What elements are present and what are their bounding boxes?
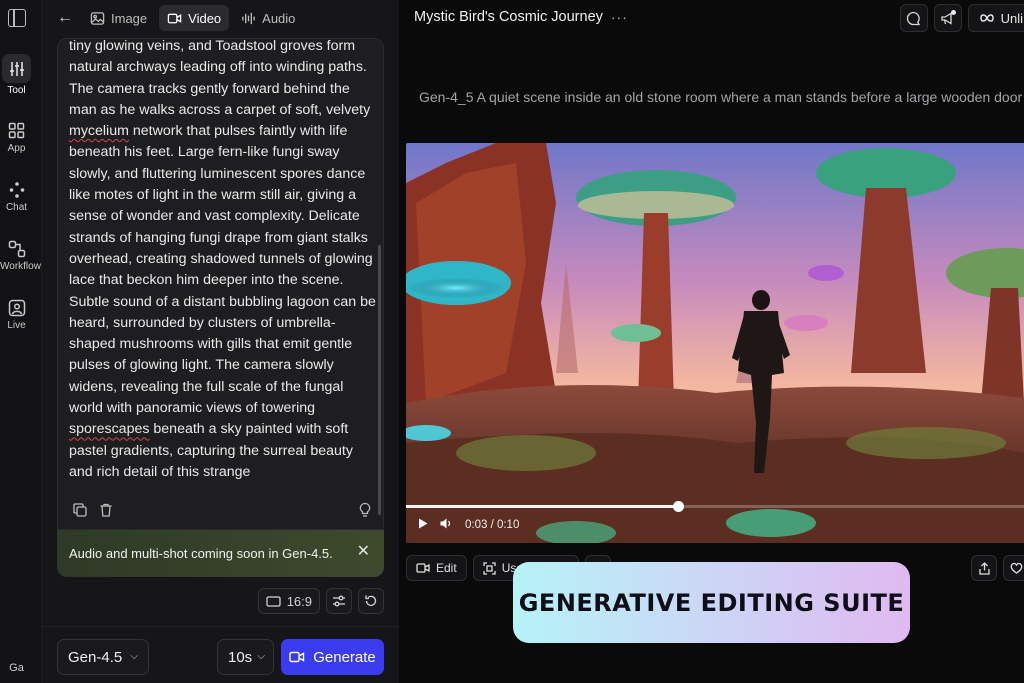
generate-label: Generate — [313, 648, 376, 666]
misspelled-word: sporescapes — [69, 421, 150, 438]
video-camera-icon — [416, 563, 430, 573]
account-initials[interactable]: Ga — [0, 662, 33, 674]
project-title[interactable]: Mystic Bird's Cosmic Journey ··· — [414, 9, 628, 25]
notice-text: Audio and multi-shot coming soon in Gen-… — [69, 546, 333, 561]
rail-item-app[interactable]: App — [0, 118, 33, 154]
video-timecode: 0:03 / 0:10 — [465, 519, 520, 531]
misspelled-word: mycelium — [69, 123, 129, 140]
unlimited-button[interactable]: Unli — [967, 4, 1024, 32]
play-icon[interactable] — [418, 518, 428, 532]
workflow-icon — [2, 236, 31, 261]
promo-overlay-badge: GENERATIVE EDITING SUITE — [513, 562, 910, 643]
frame-icon — [483, 561, 496, 575]
video-camera-icon — [167, 13, 182, 23]
video-progress-bar[interactable] — [406, 501, 1024, 512]
coming-soon-notice: Audio and multi-shot coming soon in Gen-… — [57, 530, 384, 577]
lightbulb-icon[interactable] — [357, 502, 373, 518]
sliders-icon — [2, 54, 31, 83]
rail-item-live[interactable]: Live — [0, 295, 33, 331]
sparkle-nodes-icon — [2, 177, 31, 202]
prompt-segment: network that pulses faintly with life be… — [69, 123, 376, 417]
settings-row: 16:9 — [257, 588, 384, 614]
settings-sliders-icon — [333, 595, 345, 607]
rail-item-chat[interactable]: Chat — [0, 177, 33, 213]
close-icon[interactable]: ✕ — [357, 544, 370, 560]
grid-icon — [2, 118, 31, 143]
video-player[interactable]: 0:03 / 0:10 — [406, 143, 1024, 543]
generate-button[interactable]: Generate — [281, 639, 384, 675]
model-select[interactable]: Gen-4.5 ⌵ — [57, 639, 149, 675]
waveform-icon — [242, 12, 255, 24]
rail-item-workflow[interactable]: Workflow — [0, 236, 41, 272]
live-icon — [2, 295, 31, 320]
volume-icon[interactable] — [440, 518, 453, 532]
favorite-button[interactable] — [1003, 555, 1024, 581]
video-frame — [406, 143, 1024, 543]
image-icon — [90, 11, 105, 25]
video-camera-icon — [289, 651, 305, 663]
prompt-panel: ← Image Video Audio tiny glowing veins, … — [42, 0, 399, 683]
video-progress-fill — [406, 505, 678, 508]
announcements-button[interactable] — [933, 4, 962, 32]
share-button[interactable] — [971, 555, 997, 581]
edit-button[interactable]: Edit — [406, 555, 467, 581]
tab-audio[interactable]: Audio — [233, 5, 303, 31]
left-rail: Tool App Chat Workflow Live Ga — [0, 0, 42, 683]
top-actions: Unli — [899, 4, 1024, 32]
progress-knob[interactable] — [672, 501, 684, 512]
prompt-segment: tiny glowing veins, and Toadstool groves… — [69, 38, 371, 118]
tab-label: Video — [188, 10, 222, 26]
rail-label: Chat — [5, 202, 28, 213]
heart-icon — [1010, 562, 1022, 574]
tab-label: Image — [111, 10, 148, 26]
reset-icon — [365, 595, 377, 606]
mode-tabs: ← Image Video Audio — [42, 5, 307, 31]
more-icon[interactable]: ··· — [611, 9, 628, 25]
aspect-ratio-label: 16:9 — [286, 593, 312, 609]
sidebar-toggle-icon[interactable] — [8, 9, 26, 27]
model-label: Gen-4.5 — [68, 648, 123, 666]
chevron-down-icon: ⌵ — [257, 651, 265, 662]
prompt-tools — [72, 502, 114, 518]
reset-button[interactable] — [358, 588, 384, 614]
tab-video[interactable]: Video — [159, 5, 230, 31]
duration-label: 10s — [228, 648, 253, 666]
unlimited-label: Unli — [1000, 10, 1023, 26]
trash-icon[interactable] — [98, 502, 114, 518]
rail-label: Workflow — [0, 261, 41, 272]
rail-label: Tool — [7, 85, 26, 96]
generation-caption: Gen-4_5 A quiet scene inside an old ston… — [419, 89, 1023, 105]
prompt-scrollbar[interactable] — [378, 245, 381, 515]
tab-image[interactable]: Image — [82, 5, 155, 31]
feedback-button[interactable] — [899, 4, 928, 32]
video-controls: 0:03 / 0:10 — [418, 518, 519, 532]
prompt-textarea[interactable]: tiny glowing veins, and Toadstool groves… — [57, 38, 384, 530]
panel-divider — [42, 626, 399, 627]
duration-select[interactable]: 10s ⌵ — [217, 639, 274, 675]
edit-label: Edit — [436, 561, 457, 575]
prompt-text: tiny glowing veins, and Toadstool groves… — [69, 38, 379, 483]
project-title-text: Mystic Bird's Cosmic Journey — [414, 9, 603, 25]
video-right-actions — [971, 555, 1024, 581]
share-icon — [978, 561, 990, 575]
copy-icon[interactable] — [72, 502, 88, 518]
settings-sliders-button[interactable] — [326, 588, 352, 614]
tab-label: Audio — [262, 10, 296, 26]
aspect-ratio-icon — [266, 595, 281, 607]
rail-label: App — [7, 143, 26, 154]
back-arrow-icon[interactable]: ← — [48, 5, 82, 31]
notification-dot — [950, 10, 956, 15]
aspect-ratio-button[interactable]: 16:9 — [257, 588, 320, 614]
rail-label: Live — [7, 320, 26, 331]
rail-item-tool[interactable]: Tool — [0, 54, 33, 96]
chevron-down-icon: ⌵ — [130, 651, 138, 662]
chat-bubble-icon — [906, 11, 921, 25]
infinity-icon — [979, 14, 994, 22]
